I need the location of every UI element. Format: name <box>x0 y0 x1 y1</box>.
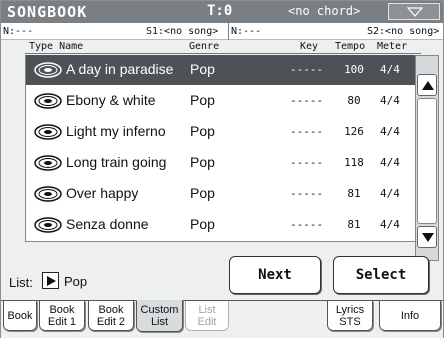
list-selector[interactable]: Pop <box>42 272 110 290</box>
title-bar: SONGBOOK T:0 <no chord> <box>1 1 443 23</box>
song-meter: 4/4 <box>380 218 400 231</box>
disc-icon <box>34 62 62 78</box>
chord-display: <no chord> <box>288 4 361 18</box>
song-name: Light my inferno <box>66 123 166 139</box>
disc-icon <box>34 217 62 233</box>
song-genre: Pop <box>190 154 215 170</box>
song-tempo: 80 <box>347 94 361 107</box>
tab-custom-list[interactable]: Custom List <box>136 300 183 332</box>
page-menu-button[interactable] <box>388 3 440 20</box>
song-key: ----- <box>290 218 324 231</box>
disc-icon <box>34 155 62 171</box>
list-item[interactable]: Light my inferno Pop ----- 126 4/4 <box>26 117 416 147</box>
song1-number: N:--- <box>3 26 34 37</box>
song-meter: 4/4 <box>380 156 400 169</box>
song-name: Over happy <box>66 185 139 201</box>
list-item[interactable]: A day in paradise Pop ----- 100 4/4 <box>26 55 416 85</box>
song-tempo: 81 <box>347 218 361 231</box>
song-tempo: 100 <box>344 63 364 76</box>
tab-list-edit: List Edit <box>185 301 229 331</box>
song-key: ----- <box>290 63 324 76</box>
song-key: ----- <box>290 94 324 107</box>
track-indicator: T:0 <box>207 3 233 19</box>
song-genre: Pop <box>190 185 215 201</box>
status-divider <box>228 23 229 40</box>
song-list: A day in paradise Pop ----- 100 4/4 Ebony & w… <box>25 55 416 242</box>
scroll-thumb[interactable] <box>417 98 437 224</box>
songbook-window: SONGBOOK T:0 <no chord> N:--- S1:<no son… <box>0 0 444 338</box>
song-genre: Pop <box>190 61 215 77</box>
col-type-name: Type Name <box>29 41 84 52</box>
tab-label: List Edit <box>197 303 217 328</box>
song-meter: 4/4 <box>380 63 400 76</box>
song-key: ----- <box>290 187 324 200</box>
song-tempo: 126 <box>344 125 364 138</box>
tab-label: Book Edit 2 <box>96 303 126 328</box>
list-item[interactable]: Ebony & white Pop ----- 80 4/4 <box>26 86 416 116</box>
song-name: Long train going <box>66 154 167 170</box>
arrow-down-icon <box>422 233 434 242</box>
col-tempo: Tempo <box>335 41 366 52</box>
disc-icon <box>34 93 62 109</box>
list-label: List: <box>9 275 33 290</box>
list-item[interactable]: Over happy Pop ----- 81 4/4 <box>26 179 416 209</box>
tab-label: Custom List <box>140 304 179 328</box>
song-genre: Pop <box>190 216 215 232</box>
list-value: Pop <box>64 274 88 289</box>
song-name: Ebony & white <box>66 92 156 108</box>
tab-label: Book Edit 1 <box>47 303 77 328</box>
triangle-right-icon <box>47 276 56 286</box>
song-key: ----- <box>290 125 324 138</box>
scroll-up-button[interactable] <box>417 74 437 96</box>
song-genre: Pop <box>190 92 215 108</box>
song-meter: 4/4 <box>380 125 400 138</box>
tab-lyrics-sts[interactable]: Lyrics STS <box>327 301 373 331</box>
song-tempo: 81 <box>347 187 361 200</box>
col-genre: Genre <box>189 41 220 52</box>
list-item[interactable]: Senza donne Pop ----- 81 4/4 <box>26 210 416 240</box>
arrow-up-icon <box>422 81 434 90</box>
song-tempo: 118 <box>344 156 364 169</box>
song-meter: 4/4 <box>380 94 400 107</box>
song-name: A day in paradise <box>66 61 174 77</box>
list-arrow-button[interactable] <box>42 272 59 289</box>
song-meter: 4/4 <box>380 187 400 200</box>
tab-label: Lyrics STS <box>335 303 365 328</box>
select-button[interactable]: Select <box>333 256 429 294</box>
song-status-line: N:--- S1:<no song> N:--- S2:<no song> <box>1 23 443 40</box>
song-key: ----- <box>290 156 324 169</box>
list-item[interactable]: Long train going Pop ----- 118 4/4 <box>26 148 416 178</box>
tab-book[interactable]: Book <box>3 301 37 331</box>
tab-label: Book <box>7 309 33 322</box>
list-scrollbar[interactable] <box>415 55 439 261</box>
page-title: SONGBOOK <box>7 3 88 21</box>
disc-icon <box>34 186 62 202</box>
tab-info[interactable]: Info <box>379 301 441 331</box>
song-name: Senza donne <box>66 216 149 232</box>
song1-slot: S1:<no song> <box>146 26 219 37</box>
tab-label: Info <box>400 309 420 322</box>
disc-icon <box>34 124 62 140</box>
col-meter: Meter <box>377 41 408 52</box>
col-key: Key <box>300 41 319 52</box>
song-genre: Pop <box>190 123 215 139</box>
tab-book-edit-2[interactable]: Book Edit 2 <box>88 301 134 331</box>
column-headers: Type Name Genre Key Tempo Meter <box>25 41 421 54</box>
triangle-down-icon <box>407 7 423 17</box>
next-button[interactable]: Next <box>229 256 321 294</box>
scroll-down-button[interactable] <box>417 226 437 248</box>
song2-slot: S2:<no song> <box>367 26 440 37</box>
song2-number: N:--- <box>231 26 262 37</box>
tab-book-edit-1[interactable]: Book Edit 1 <box>39 301 85 331</box>
tab-bar: Book Book Edit 1 Book Edit 2 Custom List Lis… <box>1 300 443 338</box>
